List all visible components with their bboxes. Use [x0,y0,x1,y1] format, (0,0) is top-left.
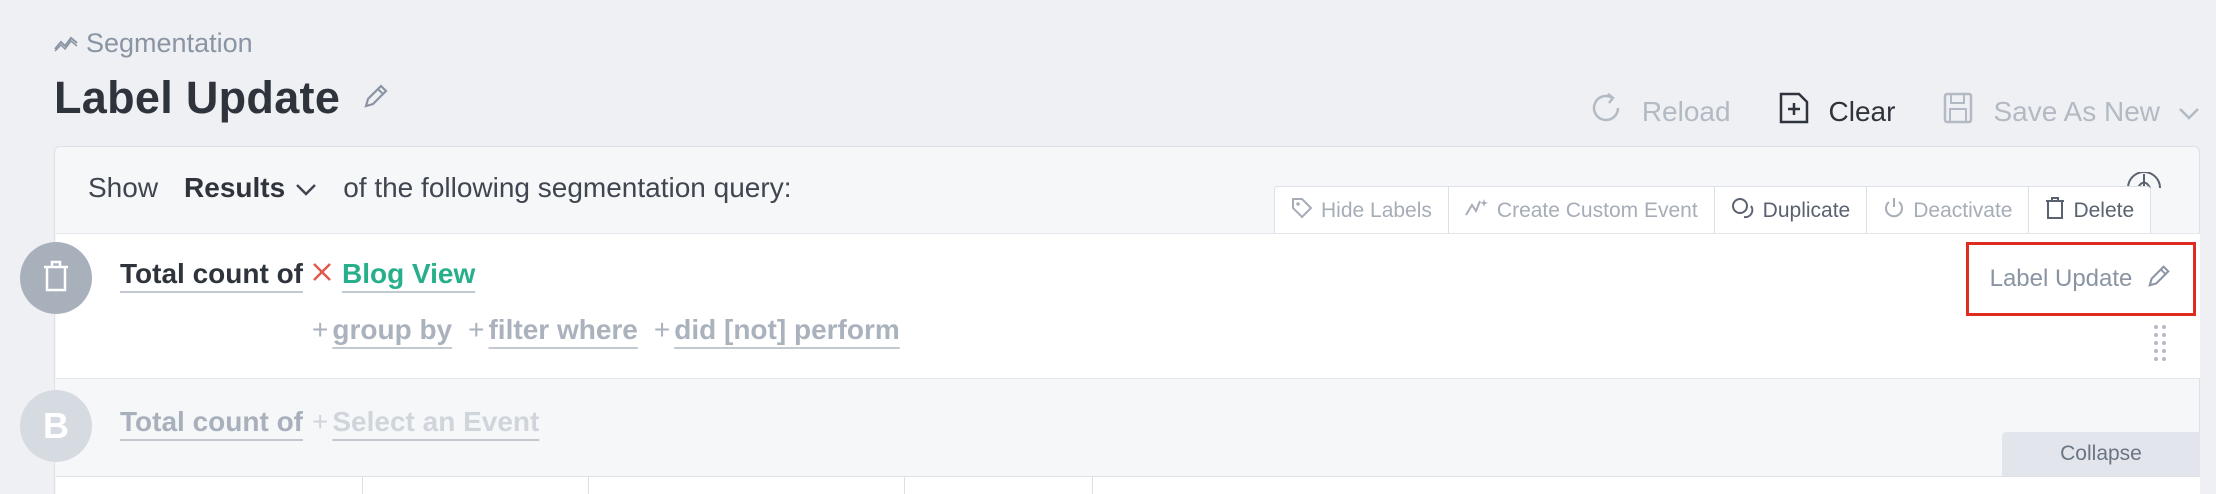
deactivate-label: Deactivate [1913,198,2013,222]
power-icon [1883,197,1905,225]
clear-button[interactable]: Clear [1777,90,1896,133]
sparkle-chart-icon [1465,197,1489,225]
trash-icon [42,260,70,297]
duplicate-label: Duplicate [1762,198,1851,222]
clear-label: Clear [1828,95,1896,127]
edit-label-icon[interactable] [2146,263,2172,296]
total-count-selector-b[interactable]: Total count of [120,406,303,438]
collapse-button[interactable]: Collapse [2002,432,2200,476]
toolbar: Reload Clear Save As New [1588,90,2200,133]
segmentation-icon [54,28,78,59]
trash-icon [2045,196,2065,225]
row-b-badge: B [20,390,92,462]
plus-icon: + [312,406,329,437]
save-as-new-label: Save As New [1993,95,2160,127]
create-custom-event-label: Create Custom Event [1496,198,1698,222]
row-label[interactable]: Label Update [1966,242,2196,316]
total-count-selector[interactable]: Total count of [120,258,303,290]
drag-handle-icon[interactable] [2152,324,2168,367]
column-divider [1092,477,1093,494]
row-action-bar: Hide Labels Create Custom Event Duplicat… [1274,186,2152,234]
delete-button[interactable]: Delete [2029,187,2150,234]
show-results-row: Show Results of the following segmentati… [88,172,791,204]
reload-button[interactable]: Reload [1588,90,1731,133]
new-file-icon [1777,90,1811,133]
page-title: Label Update [54,72,341,123]
hide-labels-button[interactable]: Hide Labels [1275,187,1449,234]
duplicate-button[interactable]: Duplicate [1715,187,1868,234]
delete-row-badge[interactable] [20,242,92,314]
query-suffix-text: of the following segmentation query: [343,172,792,203]
edit-title-icon[interactable] [362,82,390,115]
results-table-header [56,476,2200,494]
group-by-button[interactable]: + group by [312,314,452,346]
group-by-label: group by [332,314,453,345]
filter-where-button[interactable]: + filter where [468,314,638,346]
event-selector: Blog View [312,258,475,290]
reload-label: Reload [1641,95,1731,127]
column-divider [904,477,905,494]
show-label: Show [88,172,159,203]
save-icon [1941,90,1975,133]
column-divider [362,477,363,494]
row-label-text: Label Update [1989,265,2133,292]
select-event-label: Select an Event [332,406,540,437]
event-name[interactable]: Blog View [342,258,475,290]
did-not-perform-button[interactable]: + did [not] perform [654,314,900,346]
reload-icon [1588,90,1624,133]
hide-labels-label: Hide Labels [1321,198,1432,222]
query-modifiers: + group by + filter where + did [not] perfo… [312,314,900,346]
tag-icon [1291,197,1313,225]
save-as-new-button[interactable]: Save As New [1941,90,2200,133]
breadcrumb[interactable]: Segmentation [54,28,253,59]
delete-label: Delete [2073,198,2135,222]
select-event-button[interactable]: + Select an Event [312,406,539,438]
chevron-down-icon[interactable] [295,172,317,204]
duplicate-icon [1731,197,1755,225]
did-not-perform-label: did [not] perform [674,314,900,345]
breadcrumb-label: Segmentation [86,28,253,58]
create-custom-event-button[interactable]: Create Custom Event [1449,187,1715,234]
page-title-row: Label Update [54,72,390,124]
deactivate-button[interactable]: Deactivate [1867,187,2030,234]
remove-event-icon[interactable] [312,262,332,287]
filter-where-label: filter where [488,314,638,345]
results-dropdown[interactable]: Results [184,172,285,204]
column-divider [588,477,589,494]
query-row-a [56,233,2200,379]
chevron-down-icon [2178,96,2200,128]
